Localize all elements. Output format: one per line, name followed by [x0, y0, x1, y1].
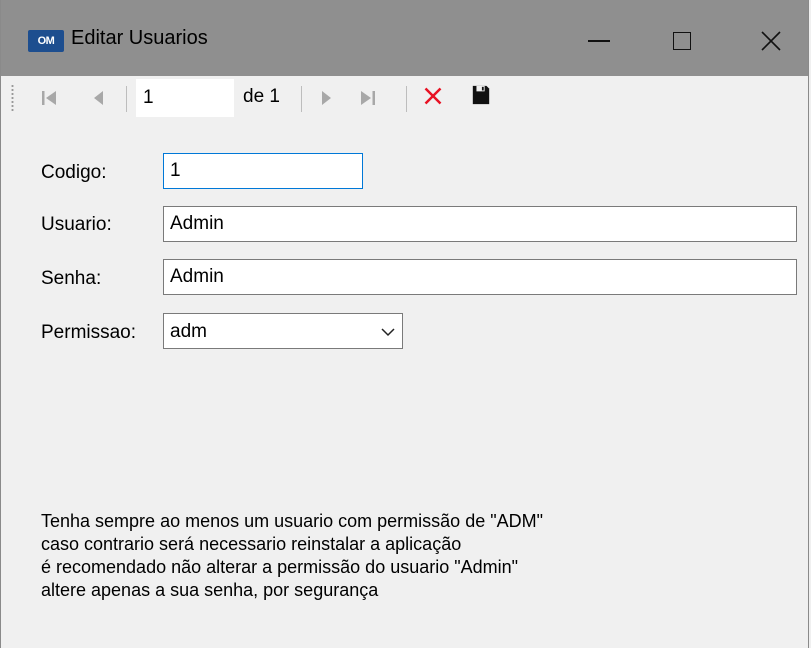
save-icon[interactable] [471, 85, 491, 105]
permissao-selected-value: adm [170, 321, 207, 342]
delete-icon[interactable] [421, 86, 445, 106]
note-line-1: Tenha sempre ao menos um usuario com per… [41, 511, 543, 531]
toolbar-grip[interactable] [11, 84, 14, 112]
toolbar-separator [301, 86, 302, 112]
move-previous-icon[interactable] [89, 88, 109, 108]
maximize-button[interactable] [637, 18, 727, 64]
title-bar[interactable]: OM Editar Usuarios [1, 0, 808, 76]
codigo-input[interactable] [163, 153, 363, 189]
senha-input[interactable] [163, 259, 797, 295]
minimize-icon [588, 40, 610, 42]
move-next-icon[interactable] [316, 88, 336, 108]
app-logo-icon: OM [28, 30, 64, 52]
binding-navigator-toolbar [1, 76, 808, 120]
maximize-icon [673, 32, 691, 50]
note-line-4: altere apenas a sua senha, por segurança [41, 580, 379, 600]
permissao-select[interactable]: adm [163, 313, 403, 349]
record-count-label: de 1 [243, 86, 280, 107]
move-first-icon[interactable] [39, 88, 59, 108]
permissao-label: Permissao: [41, 322, 137, 343]
senha-label: Senha: [41, 268, 102, 289]
usuario-input[interactable] [163, 206, 797, 242]
position-input[interactable] [136, 79, 234, 117]
chevron-down-icon [381, 328, 395, 337]
note-line-2: caso contrario será necessario reinstala… [41, 534, 462, 554]
window-title: Editar Usuarios [71, 27, 208, 49]
toolbar-separator [406, 86, 407, 112]
edit-users-window: OM Editar Usuarios 1 de 1 Codigo: 1 Usua… [0, 0, 809, 648]
close-button[interactable] [726, 18, 811, 64]
move-last-icon[interactable] [358, 88, 378, 108]
toolbar-separator [126, 86, 127, 112]
close-icon [761, 31, 781, 51]
note-line-3: é recomendado não alterar a permissão do… [41, 557, 519, 577]
minimize-button[interactable] [554, 18, 644, 64]
codigo-label: Codigo: [41, 162, 107, 183]
usuario-label: Usuario: [41, 214, 112, 235]
